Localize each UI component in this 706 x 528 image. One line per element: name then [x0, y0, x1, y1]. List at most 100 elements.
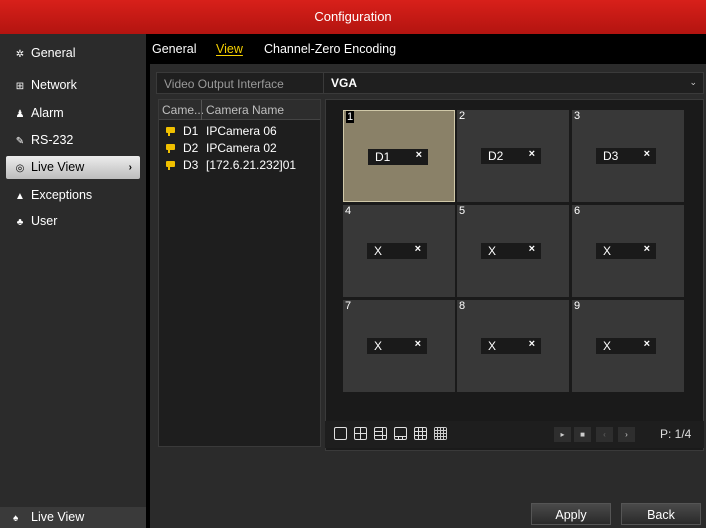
sidebar-item-label: General: [31, 46, 76, 60]
channel-chip[interactable]: X ×: [367, 243, 427, 259]
close-icon[interactable]: ×: [644, 243, 650, 255]
close-icon[interactable]: ×: [644, 148, 650, 160]
next-page-icon[interactable]: ›: [618, 427, 635, 442]
layout-1plus7-icon[interactable]: [394, 427, 407, 440]
sidebar-item-label: Live View: [31, 160, 85, 174]
tab-bar: General View Channel-Zero Encoding: [146, 34, 706, 64]
sidebar: ✲ General ⊞ Network ♟ Alarm ✎ RS-232 ◎ Live V…: [0, 34, 146, 528]
grid-cell-2[interactable]: 2 D2 ×: [457, 110, 569, 202]
layout-3x3-icon[interactable]: [414, 427, 427, 440]
column-header-camera[interactable]: Came...: [162, 103, 204, 117]
camera-row[interactable]: D1 IPCamera 06: [159, 123, 320, 140]
tab-channel-zero-encoding[interactable]: Channel-Zero Encoding: [264, 42, 396, 56]
close-icon[interactable]: ×: [529, 338, 535, 350]
channel-chip[interactable]: X ×: [596, 338, 656, 354]
layout-2x2-icon[interactable]: [354, 427, 367, 440]
cell-number: 3: [574, 110, 581, 122]
sidebar-item-live-view[interactable]: ◎ Live View ›: [6, 156, 140, 179]
channel-label: X: [603, 339, 612, 353]
camera-name: IPCamera 06: [206, 124, 277, 138]
close-icon[interactable]: ×: [415, 243, 421, 255]
channel-chip[interactable]: D1 ×: [368, 149, 428, 165]
sidebar-item-label: Network: [31, 78, 77, 92]
close-icon[interactable]: ×: [529, 148, 535, 160]
chevron-down-icon: ⌄: [689, 77, 697, 87]
apply-button[interactable]: Apply: [531, 503, 611, 525]
cell-number: 4: [345, 205, 352, 217]
divider: [201, 100, 202, 120]
channel-label: X: [374, 244, 383, 258]
channel-chip[interactable]: X ×: [367, 338, 427, 354]
video-output-select[interactable]: Video Output Interface VGA ⌄: [156, 72, 704, 94]
tab-view[interactable]: View: [216, 42, 243, 56]
channel-label: D3: [603, 149, 619, 163]
channel-label: X: [488, 339, 497, 353]
layout-1x1-icon[interactable]: [334, 427, 347, 440]
eye-icon: ◎: [15, 163, 25, 174]
close-icon[interactable]: ×: [415, 338, 421, 350]
layout-1plus5-icon[interactable]: [374, 427, 387, 440]
grid-cell-6[interactable]: 6 X ×: [572, 205, 684, 297]
tab-general[interactable]: General: [152, 42, 196, 56]
channel-label: D2: [488, 149, 504, 163]
camera-row[interactable]: D3 [172.6.21.232]01: [159, 157, 320, 174]
sidebar-item-alarm[interactable]: ♟ Alarm: [0, 102, 146, 125]
column-header-camera-name[interactable]: Camera Name: [206, 103, 284, 117]
channel-label: X: [374, 339, 383, 353]
channel-chip[interactable]: D3 ×: [596, 148, 656, 164]
live-view-footer-button[interactable]: ♠ Live View: [0, 507, 146, 528]
cell-number: 6: [574, 205, 581, 217]
grid-cell-3[interactable]: 3 D3 ×: [572, 110, 684, 202]
camera-icon: [166, 161, 175, 170]
camera-icon: [166, 127, 175, 136]
sidebar-item-label: Alarm: [31, 106, 64, 120]
grid-cell-9[interactable]: 9 X ×: [572, 300, 684, 392]
channel-chip[interactable]: X ×: [481, 243, 541, 259]
sidebar-item-user[interactable]: ♣ User: [0, 210, 146, 233]
sidebar-item-general[interactable]: ✲ General: [0, 42, 146, 65]
camera-id: D3: [183, 158, 199, 172]
sidebar-item-label: User: [31, 214, 58, 228]
camera-row[interactable]: D2 IPCamera 02: [159, 140, 320, 157]
footer-label: Live View: [31, 510, 85, 524]
chevron-right-icon: ›: [128, 162, 132, 173]
channel-chip[interactable]: D2 ×: [481, 148, 541, 164]
close-icon[interactable]: ×: [644, 338, 650, 350]
grid-cell-8[interactable]: 8 X ×: [457, 300, 569, 392]
grid-cell-4[interactable]: 4 X ×: [343, 205, 455, 297]
sidebar-item-exceptions[interactable]: ▲ Exceptions: [0, 184, 146, 207]
grid-cell-7[interactable]: 7 X ×: [343, 300, 455, 392]
divider: [323, 73, 324, 93]
cell-number: 7: [345, 300, 352, 312]
gear-icon: ✲: [15, 49, 25, 60]
sidebar-item-label: Exceptions: [31, 188, 93, 202]
camera-id: D1: [183, 124, 199, 138]
rs232-icon: ✎: [15, 136, 25, 147]
camera-name: IPCamera 02: [206, 141, 277, 155]
alarm-icon: ♟: [15, 109, 25, 120]
back-button[interactable]: Back: [621, 503, 701, 525]
users-icon: ♣: [16, 217, 24, 228]
cell-number: 2: [459, 110, 466, 122]
grid-cell-5[interactable]: 5 X ×: [457, 205, 569, 297]
stop-icon[interactable]: ■: [574, 427, 591, 442]
sidebar-item-network[interactable]: ⊞ Network: [0, 74, 146, 97]
previous-page-icon[interactable]: ‹: [596, 427, 613, 442]
sidebar-item-rs232[interactable]: ✎ RS-232: [0, 129, 146, 152]
live-view-layout-grid: 1 D1 × 2 D2 × 3 D3 × 4 X × 5 X × 6 X × 7 X × 8 …: [325, 99, 704, 451]
layout-4x4-icon[interactable]: [434, 427, 447, 440]
sidebar-item-label: RS-232: [31, 133, 74, 147]
grid-cell-1[interactable]: 1 D1 ×: [343, 110, 455, 202]
close-icon[interactable]: ×: [529, 243, 535, 255]
video-output-label: Video Output Interface: [164, 77, 284, 91]
camera-id: D2: [183, 141, 199, 155]
camera-list: Came... Camera Name D1 IPCamera 06 D2 IP…: [158, 99, 321, 447]
channel-chip[interactable]: X ×: [596, 243, 656, 259]
channel-chip[interactable]: X ×: [481, 338, 541, 354]
play-icon[interactable]: ▸: [554, 427, 571, 442]
channel-label: X: [603, 244, 612, 258]
network-icon: ⊞: [15, 81, 25, 92]
cell-number: 9: [574, 300, 581, 312]
cell-number: 5: [459, 205, 466, 217]
close-icon[interactable]: ×: [416, 149, 422, 161]
